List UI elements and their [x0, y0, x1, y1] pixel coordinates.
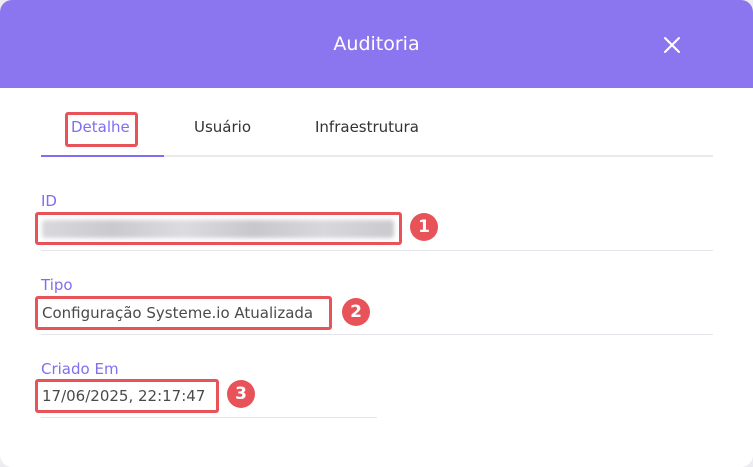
- tab-usuario[interactable]: Usuário: [194, 118, 251, 136]
- field-label-tipo: Tipo: [41, 276, 73, 294]
- tab-infraestrutura[interactable]: Infraestrutura: [315, 118, 419, 136]
- annotation-badge-2: 2: [342, 298, 370, 326]
- tab-bar: Detalhe Usuário Infraestrutura: [41, 110, 713, 158]
- highlight-box-tipo: [35, 296, 332, 330]
- audit-dialog: Auditoria Detalhe Usuário Infraestrutura…: [0, 0, 753, 467]
- annotation-badge-3: 3: [227, 380, 255, 408]
- close-icon: [664, 37, 680, 53]
- divider: [41, 417, 377, 418]
- dialog-title: Auditoria: [333, 33, 420, 55]
- divider: [41, 334, 713, 335]
- divider: [41, 250, 713, 251]
- dialog-header: Auditoria: [0, 0, 753, 88]
- highlight-box-criado-em: [35, 379, 219, 413]
- annotation-badge-1: 1: [410, 213, 438, 241]
- highlight-box-id: [35, 212, 402, 245]
- close-button[interactable]: [660, 33, 684, 57]
- highlight-box-tab: [65, 112, 138, 147]
- field-label-criado-em: Criado Em: [41, 360, 119, 378]
- tab-active-indicator: [41, 155, 164, 157]
- field-label-id: ID: [41, 192, 57, 210]
